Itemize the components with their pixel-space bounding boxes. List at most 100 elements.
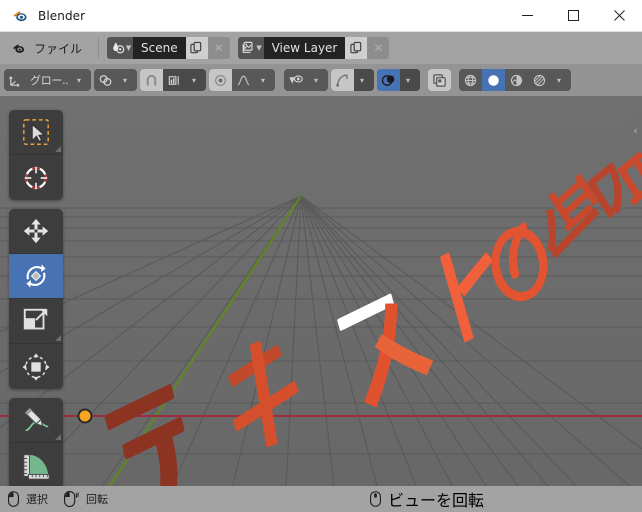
shading-chevron-down-icon[interactable]: ▾ <box>551 69 571 91</box>
tool-submenu-corner-icon[interactable] <box>55 335 61 341</box>
viewport-scene <box>0 96 642 486</box>
select-box-cursor-icon <box>23 119 49 145</box>
shading-rendered-icon[interactable] <box>528 69 551 91</box>
proportional-editing-group[interactable]: ▾ <box>208 69 275 91</box>
scene-selector[interactable]: ▼ Scene ✕ <box>107 37 230 59</box>
tweak-select-box-tool[interactable] <box>9 110 63 155</box>
blender-menu-icon <box>11 41 26 56</box>
mouse-middle-button-icon <box>369 491 381 507</box>
orientation-axes-icon <box>4 69 27 91</box>
maximize-icon <box>567 10 579 21</box>
gizmos-group[interactable]: ▾ <box>330 69 374 91</box>
view-layer-icon[interactable]: ▼ <box>237 37 264 59</box>
window-titlebar: Blender <box>0 0 642 32</box>
view-layer-chevron-down-icon: ▼ <box>256 43 262 52</box>
file-menu-label: ファイル <box>34 41 83 56</box>
close-icon <box>613 10 625 21</box>
pivot-point-group[interactable]: ▾ <box>93 69 137 91</box>
measure-tool[interactable] <box>9 443 63 486</box>
overlays-chevron-down-icon[interactable]: ▾ <box>399 69 420 91</box>
scene-chevron-down-icon: ▼ <box>125 43 132 52</box>
move-tool[interactable] <box>9 209 63 254</box>
annotate-pencil-icon <box>24 407 49 432</box>
view-layer-name[interactable]: View Layer <box>263 37 346 59</box>
overlays-group[interactable]: ▾ <box>376 69 420 91</box>
new-scene-button[interactable] <box>185 37 208 59</box>
xray-group[interactable] <box>427 69 451 91</box>
shading-material-icon[interactable] <box>505 69 528 91</box>
transform-icon <box>22 352 50 381</box>
sidebar-toggle-tab[interactable]: ‹ <box>629 114 642 148</box>
transform-orientation-label[interactable]: グロー.. <box>27 69 71 91</box>
transform-orientation-group[interactable]: グロー.. ▾ <box>4 69 91 91</box>
status-label-rotate-view: ビューを回転 <box>387 491 484 510</box>
close-button[interactable] <box>596 0 642 32</box>
maximize-button[interactable] <box>550 0 596 32</box>
viewport-toolbar <box>9 110 63 486</box>
overlays-icon[interactable] <box>376 69 400 91</box>
view-layer-selector[interactable]: ▼ View Layer ✕ <box>237 37 390 59</box>
new-view-layer-button[interactable] <box>345 37 368 59</box>
blender-logo-icon <box>11 7 29 25</box>
status-label-select: 選択 <box>26 493 48 506</box>
3d-viewport[interactable]: ‹ <box>0 96 642 486</box>
tool-submenu-corner-icon[interactable] <box>55 434 61 440</box>
object-origin-point[interactable] <box>77 408 93 424</box>
window-title: Blender <box>38 8 86 23</box>
snapping-group[interactable]: ▾ <box>139 69 206 91</box>
visibility-eye-icon[interactable] <box>284 69 308 91</box>
annotate-tool[interactable] <box>9 398 63 443</box>
visibility-chevron-down-icon[interactable]: ▾ <box>308 69 328 91</box>
tool-group-transform <box>9 209 63 389</box>
file-menu[interactable]: ファイル <box>4 36 92 60</box>
visibility-group[interactable]: ▾ <box>283 69 328 91</box>
new-copy-icon <box>350 41 362 53</box>
status-bar: 選択 回転 ビューを回転 <box>0 486 642 512</box>
unlink-scene-button[interactable]: ✕ <box>207 37 230 59</box>
magnet-icon[interactable] <box>139 69 163 91</box>
pivot-point-icon[interactable] <box>94 69 117 91</box>
measure-ruler-icon <box>23 453 50 480</box>
topbar-divider <box>98 38 100 58</box>
transform-tool[interactable] <box>9 344 63 389</box>
rotate-tool[interactable] <box>9 254 63 299</box>
falloff-chevron-down-icon[interactable]: ▾ <box>255 69 275 91</box>
transform-orientation-chevron-down-icon[interactable]: ▾ <box>71 69 91 91</box>
tool-group-annotate <box>9 398 63 486</box>
pivot-point-chevron-down-icon[interactable]: ▾ <box>117 69 137 91</box>
tool-submenu-corner-icon[interactable] <box>55 146 61 152</box>
mouse-middle-drag-icon <box>64 491 79 507</box>
shading-solid-icon[interactable] <box>481 69 505 91</box>
rotate-arrows-icon <box>26 264 46 288</box>
smooth-falloff-icon[interactable] <box>232 69 255 91</box>
minimize-button[interactable] <box>504 0 550 32</box>
tool-group-select <box>9 110 63 200</box>
viewport-header: グロー.. ▾ ▾ ▾ ▾ ▾ ▾ ▾ ▾ <box>0 64 642 96</box>
shading-group[interactable]: ▾ <box>458 69 571 91</box>
unlink-view-layer-button[interactable]: ✕ <box>367 37 390 59</box>
status-item-rotate: 回転 <box>64 491 108 507</box>
status-item-rotate-view: ビューを回転 <box>369 487 484 511</box>
cursor-tool[interactable] <box>9 155 63 200</box>
proportional-edit-icon[interactable] <box>208 69 232 91</box>
scale-tool[interactable] <box>9 299 63 344</box>
minimize-icon <box>521 15 533 16</box>
mouse-left-button-icon <box>8 491 20 507</box>
scene-icon[interactable]: ▼ <box>107 37 134 59</box>
scale-corner-icon <box>23 308 48 330</box>
status-label-rotate: 回転 <box>86 493 108 506</box>
gizmos-chevron-down-icon[interactable]: ▾ <box>353 69 374 91</box>
status-item-select: 選択 <box>8 491 48 507</box>
snap-increment-icon[interactable] <box>162 69 186 91</box>
scene-name[interactable]: Scene <box>133 37 186 59</box>
xray-toggle-icon[interactable] <box>427 69 451 91</box>
shading-wireframe-icon[interactable] <box>459 69 482 91</box>
move-arrows-icon <box>23 218 49 244</box>
new-copy-icon <box>190 41 202 53</box>
gizmo-arrow-icon[interactable] <box>330 69 354 91</box>
snapping-chevron-down-icon[interactable]: ▾ <box>185 69 206 91</box>
blender-window: Blender ファイル ▼ Scene ✕ ▼ View Layer ✕ グロ… <box>0 0 642 512</box>
blender-topbar: ファイル ▼ Scene ✕ ▼ View Layer ✕ <box>0 32 642 64</box>
3d-cursor-icon <box>24 166 48 189</box>
chevron-left-icon: ‹ <box>633 125 638 137</box>
